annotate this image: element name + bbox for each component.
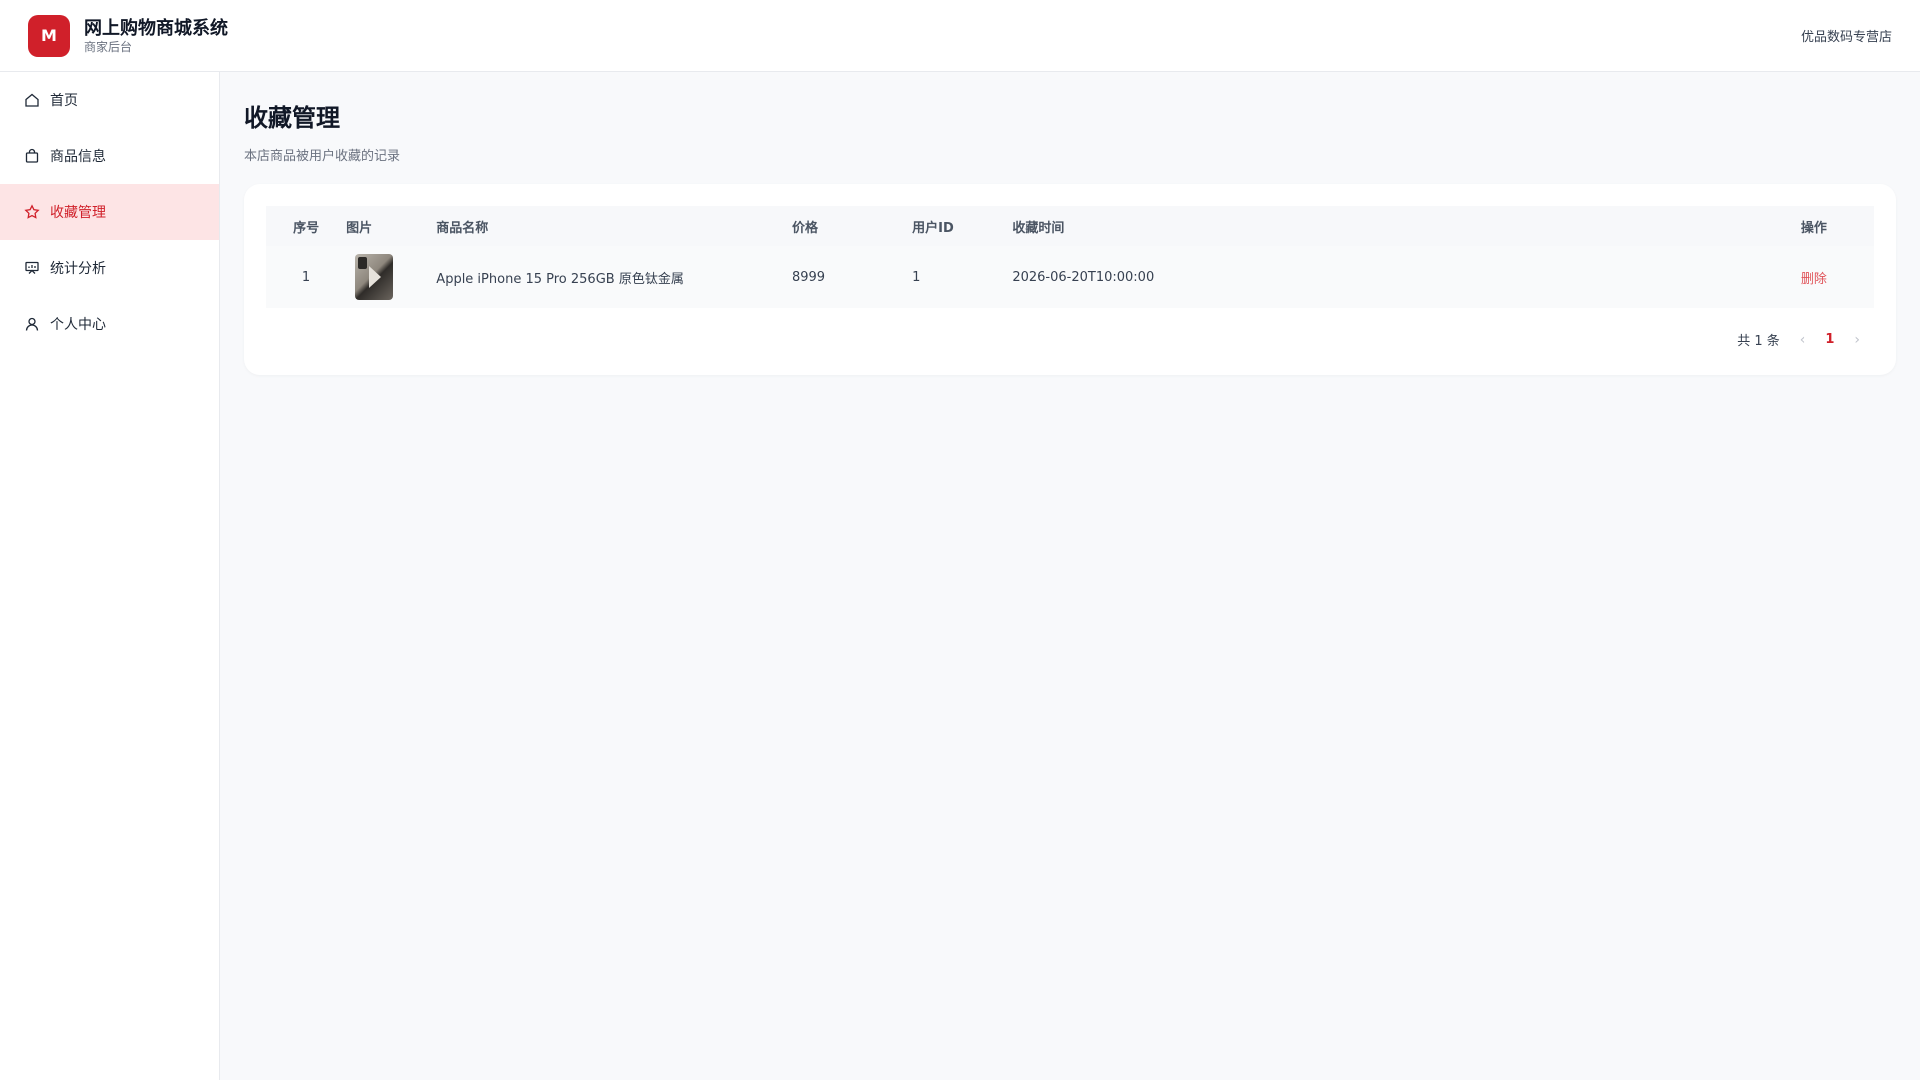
- sidebar-item-label: 收藏管理: [50, 205, 106, 221]
- header-name: 商品名称: [436, 220, 489, 236]
- header-action: 操作: [1800, 220, 1827, 236]
- sidebar-item-statistics[interactable]: 统计分析: [0, 240, 219, 296]
- star-icon: [24, 204, 40, 220]
- header-index: 序号: [293, 220, 320, 236]
- chevron-right-icon[interactable]: ›: [1854, 332, 1860, 348]
- sidebar-item-label: 个人中心: [50, 317, 106, 333]
- product-thumbnail: [355, 254, 394, 300]
- header-image: 图片: [346, 220, 373, 236]
- shop-name[interactable]: 优品数码专营店: [1801, 26, 1892, 45]
- page-number-current[interactable]: 1: [1825, 332, 1834, 347]
- top-header: M 网上购物商城系统 商家后台 优品数码专营店: [0, 0, 1920, 72]
- header-time: 收藏时间: [1012, 220, 1065, 236]
- page-title: 收藏管理: [244, 104, 340, 132]
- sidebar: 首页 商品信息 收藏管理 统计分析 个人中心: [0, 72, 220, 1080]
- table-row: 1 Apple iPhone 15 Pro 256GB 原色钛金属 8999 1…: [266, 246, 1874, 308]
- shopping-bag-icon: [24, 148, 40, 164]
- chart-board-icon: [24, 260, 40, 276]
- favorites-card: 序号 图片 商品名称 价格 用户ID 收藏时间 操作 1 Apple iPhon…: [244, 184, 1896, 375]
- app-title: 网上购物商城系统: [84, 17, 228, 39]
- favorites-table: 序号 图片 商品名称 价格 用户ID 收藏时间 操作 1 Apple iPhon…: [266, 206, 1874, 308]
- cell-price: 8999: [791, 246, 913, 308]
- sidebar-item-products[interactable]: 商品信息: [0, 128, 219, 184]
- sidebar-item-label: 首页: [50, 93, 78, 109]
- sidebar-item-favorites[interactable]: 收藏管理: [0, 184, 219, 240]
- app-subtitle: 商家后台: [84, 39, 133, 54]
- user-icon: [24, 316, 40, 332]
- delete-button[interactable]: 删除: [1801, 272, 1827, 287]
- cell-index: 1: [266, 246, 347, 308]
- home-icon: [24, 92, 40, 108]
- brand: M 网上购物商城系统 商家后台: [28, 14, 228, 57]
- sidebar-item-label: 统计分析: [50, 261, 106, 277]
- brand-text: 网上购物商城系统 商家后台: [84, 18, 228, 54]
- chevron-left-icon[interactable]: ‹: [1800, 332, 1806, 348]
- logo: M: [28, 14, 70, 57]
- header-price: 价格: [791, 220, 818, 236]
- sidebar-item-home[interactable]: 首页: [0, 72, 219, 128]
- cell-user-id: 1: [912, 246, 1013, 308]
- header-user-id: 用户ID: [912, 220, 954, 236]
- sidebar-item-profile[interactable]: 个人中心: [0, 296, 219, 352]
- sidebar-item-label: 商品信息: [50, 149, 106, 165]
- table-header-row: 序号 图片 商品名称 价格 用户ID 收藏时间 操作: [266, 206, 1874, 246]
- cell-time: 2026-06-20T10:00:00: [1012, 246, 1754, 308]
- cell-image: [346, 246, 437, 308]
- cell-action: 删除: [1753, 246, 1874, 308]
- cell-name: Apple iPhone 15 Pro 256GB 原色钛金属: [436, 246, 792, 308]
- page-description: 本店商品被用户收藏的记录: [244, 149, 401, 164]
- pagination: 共 1 条 ‹ 1 ›: [266, 330, 1874, 350]
- pagination-total: 共 1 条: [1737, 334, 1780, 349]
- main-content: 收藏管理 本店商品被用户收藏的记录 序号 图片 商品名称 价格 用户ID 收藏时…: [244, 72, 1896, 375]
